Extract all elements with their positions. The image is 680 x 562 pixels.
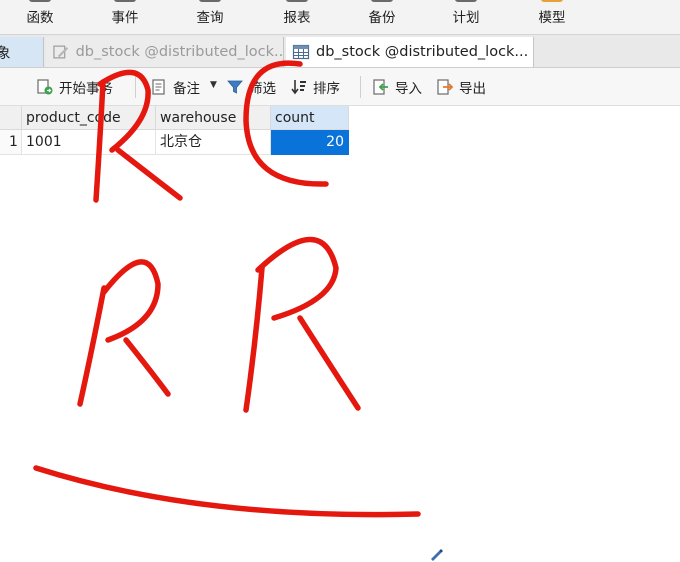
menu-reports[interactable]: 报表 bbox=[277, 0, 317, 34]
column-header-warehouse[interactable]: warehouse bbox=[156, 106, 271, 130]
sort-label: 排序 bbox=[313, 81, 340, 97]
begin-transaction-button[interactable]: 开始事务 bbox=[36, 76, 113, 98]
tab-objects-label: 象 bbox=[0, 42, 11, 63]
note-label: 备注 bbox=[173, 81, 200, 97]
query-icon bbox=[199, 0, 221, 2]
menu-functions[interactable]: 函数 bbox=[20, 0, 60, 34]
schedule-icon bbox=[455, 0, 477, 2]
import-label: 导入 bbox=[395, 81, 422, 97]
row-number[interactable]: 1 bbox=[0, 130, 22, 155]
filter-label: 筛选 bbox=[249, 81, 276, 97]
import-button[interactable]: 导入 bbox=[372, 76, 422, 98]
tab-bar: 象 db_stock @distributed_lock... db_stock… bbox=[0, 34, 680, 68]
export-icon bbox=[437, 79, 454, 95]
menu-model-label: 模型 bbox=[538, 10, 566, 26]
menu-events-label: 事件 bbox=[111, 10, 139, 26]
tab-table-data[interactable]: db_stock @distributed_lock... bbox=[286, 37, 534, 67]
toolbar-divider bbox=[135, 76, 136, 98]
sort-button[interactable]: 排序 bbox=[290, 76, 340, 98]
note-icon bbox=[152, 79, 165, 95]
tab-objects[interactable]: 象 bbox=[0, 37, 44, 67]
cell-count[interactable]: 20 bbox=[271, 130, 349, 155]
toolbar-divider bbox=[360, 76, 361, 98]
export-button[interactable]: 导出 bbox=[436, 76, 486, 98]
menu-bar: 函数 事件 查询 报表 备份 计划 模型 bbox=[0, 0, 680, 34]
pen-cursor-icon bbox=[431, 549, 443, 561]
menu-model[interactable]: 模型 bbox=[532, 0, 572, 34]
menu-backup[interactable]: 备份 bbox=[362, 0, 402, 34]
menu-events[interactable]: 事件 bbox=[105, 0, 145, 34]
begin-transaction-label: 开始事务 bbox=[59, 81, 113, 97]
tab-query-editor-label: db_stock @distributed_lock... bbox=[75, 44, 283, 60]
query-edit-icon bbox=[53, 45, 69, 59]
transaction-icon bbox=[37, 79, 53, 95]
tab-table-data-label: db_stock @distributed_lock... bbox=[316, 44, 529, 60]
export-label: 导出 bbox=[459, 81, 486, 97]
note-button[interactable]: 备注 bbox=[150, 76, 200, 98]
note-dropdown-arrow[interactable]: ▼ bbox=[210, 80, 217, 90]
table-icon bbox=[292, 44, 310, 60]
tab-query-editor[interactable]: db_stock @distributed_lock... bbox=[46, 37, 284, 67]
data-grid: product_code warehouse count 1 1001 北京仓 … bbox=[0, 106, 680, 561]
menu-query[interactable]: 查询 bbox=[190, 0, 230, 34]
menu-schedule[interactable]: 计划 bbox=[446, 0, 486, 34]
cell-product-code[interactable]: 1001 bbox=[22, 130, 156, 155]
menu-backup-label: 备份 bbox=[368, 10, 396, 26]
function-icon bbox=[29, 0, 51, 2]
column-header-count[interactable]: count bbox=[271, 106, 349, 130]
row-number-header bbox=[0, 106, 22, 130]
column-header-product-code[interactable]: product_code bbox=[22, 106, 156, 130]
data-toolbar: 开始事务 备注 ▼ 筛选 排序 导入 导出 bbox=[0, 68, 680, 106]
model-icon bbox=[541, 0, 563, 2]
menu-schedule-label: 计划 bbox=[452, 10, 480, 26]
menu-reports-label: 报表 bbox=[283, 10, 311, 26]
filter-button[interactable]: 筛选 bbox=[226, 76, 276, 98]
menu-functions-label: 函数 bbox=[26, 10, 54, 26]
sort-icon bbox=[291, 80, 306, 95]
menu-query-label: 查询 bbox=[196, 10, 224, 26]
import-icon bbox=[373, 79, 388, 95]
cell-warehouse[interactable]: 北京仓 bbox=[156, 130, 271, 155]
backup-icon bbox=[371, 0, 393, 2]
event-icon bbox=[114, 0, 136, 2]
filter-icon bbox=[227, 80, 243, 94]
report-icon bbox=[286, 0, 308, 2]
